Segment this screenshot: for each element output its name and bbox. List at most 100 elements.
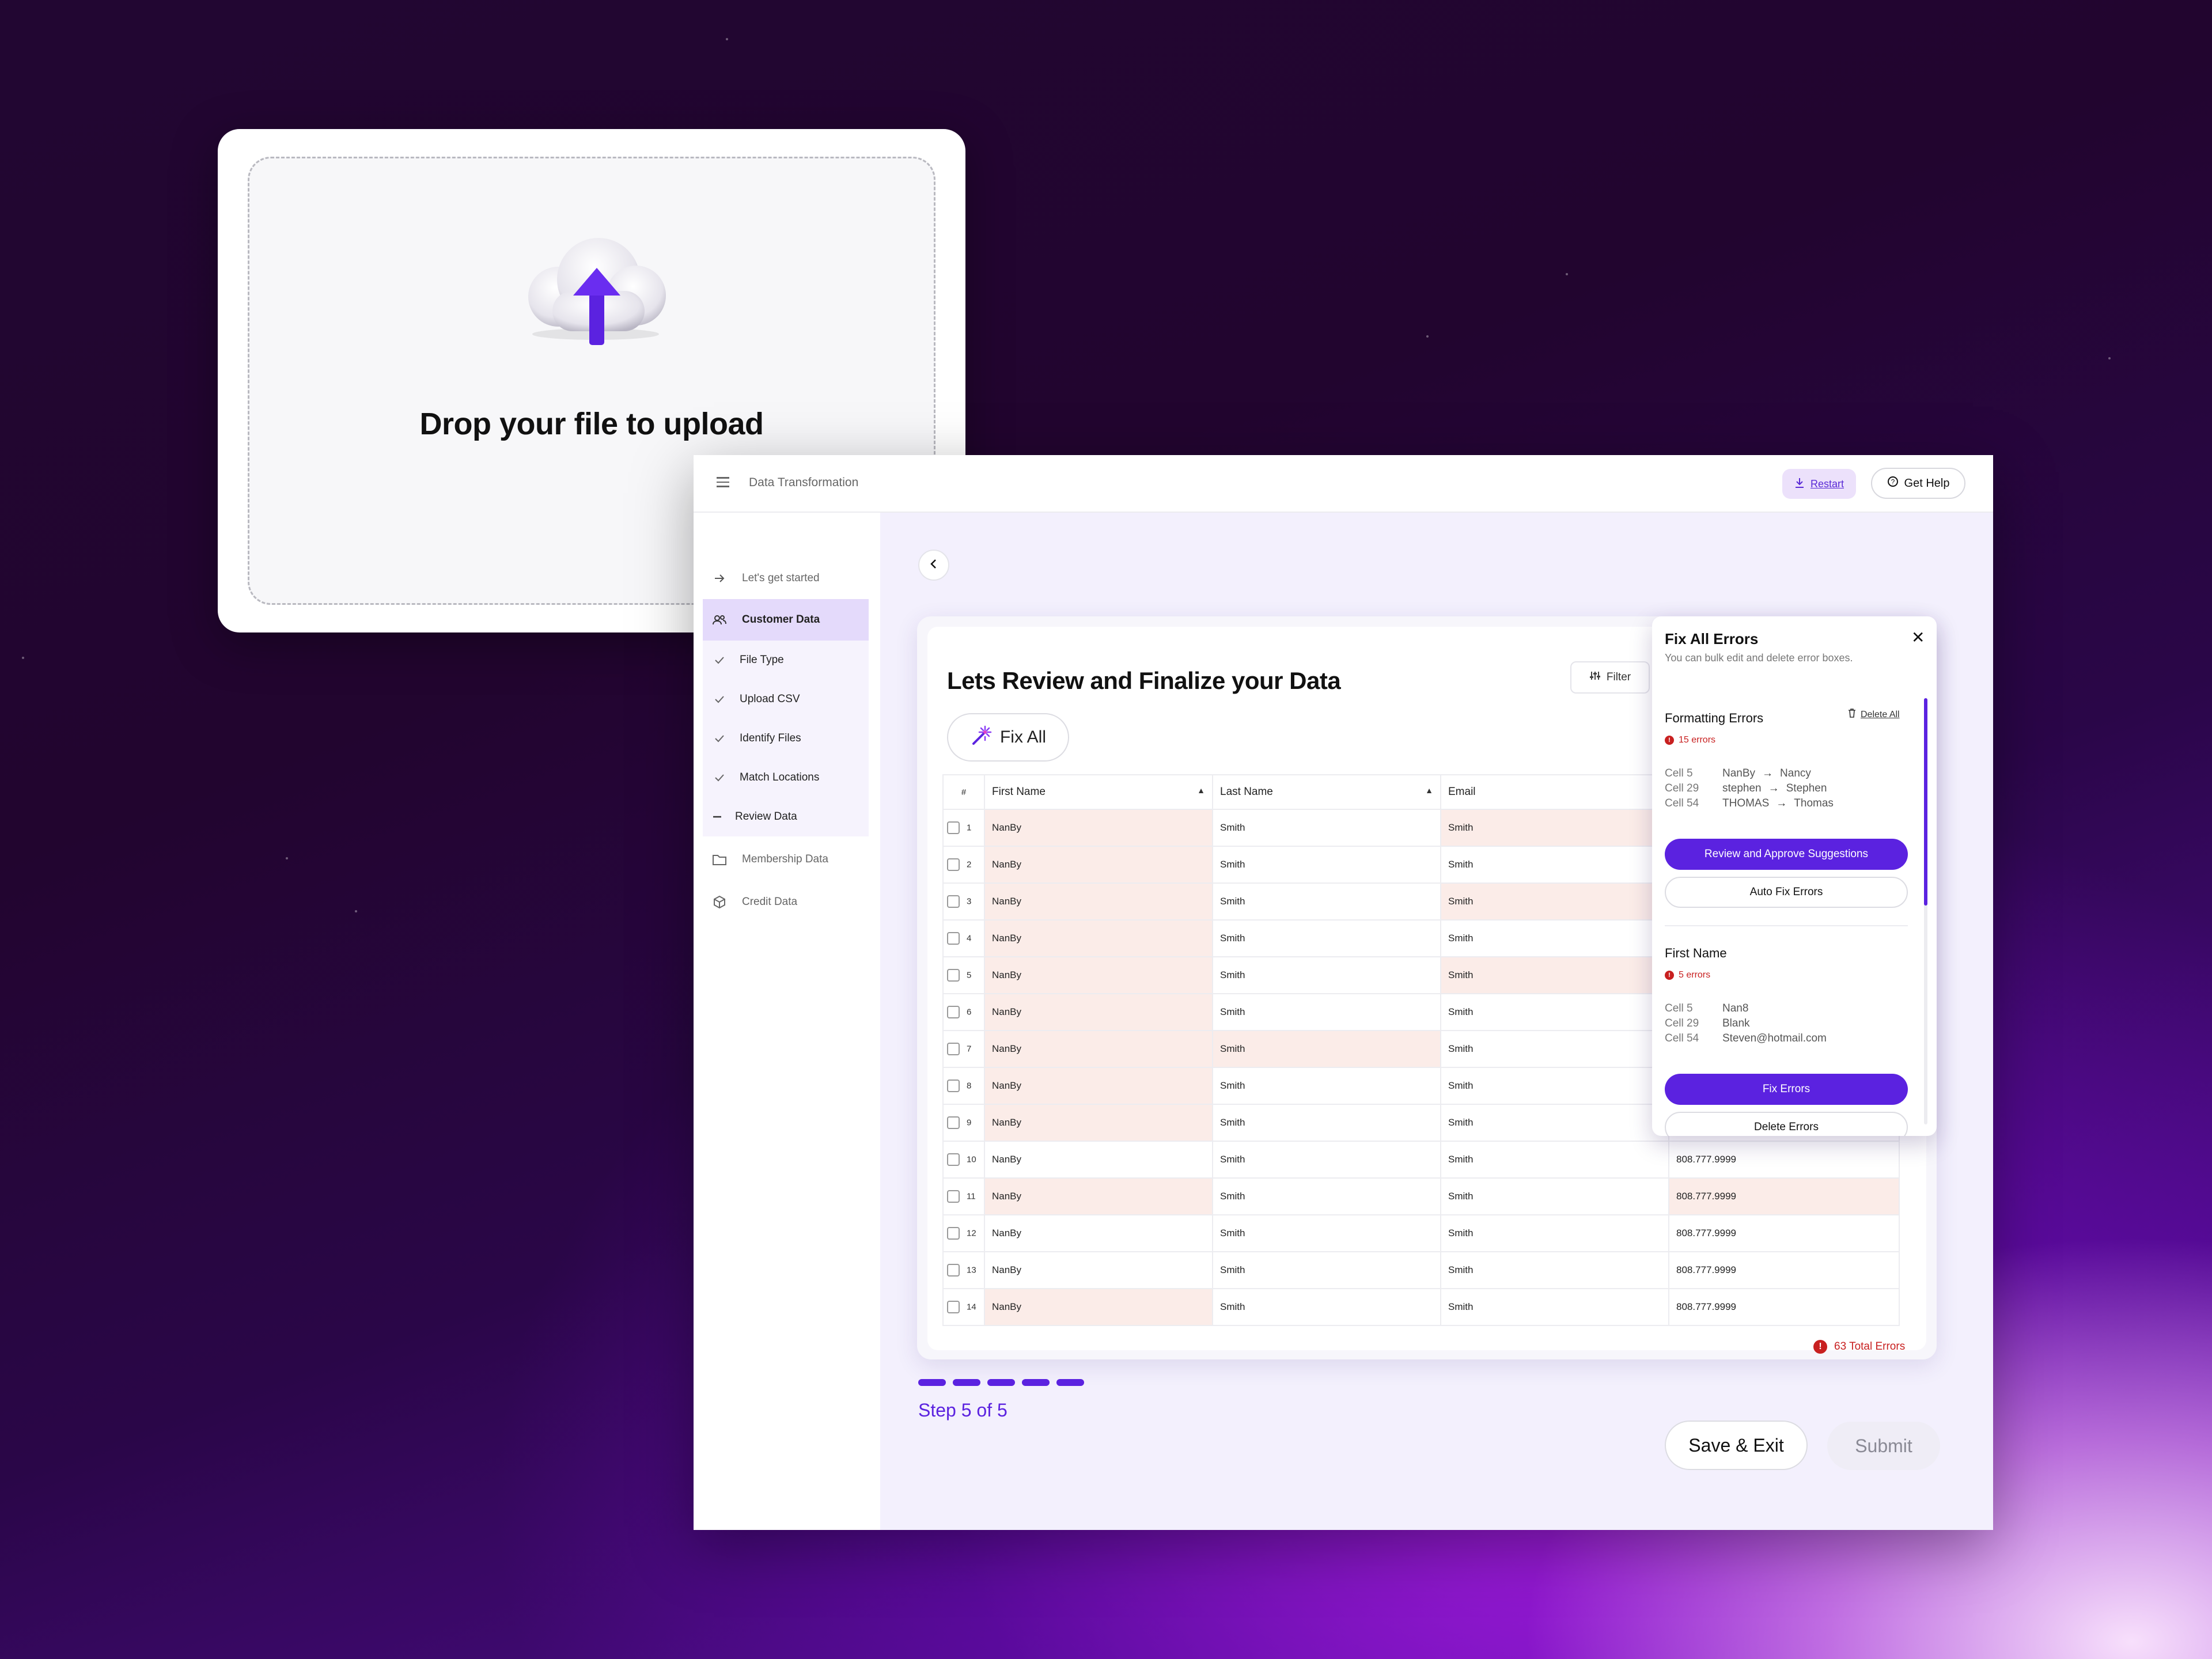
email-cell[interactable]: Smith — [1440, 1177, 1669, 1215]
last-name-cell[interactable]: Smith — [1212, 919, 1441, 957]
first-name-cell[interactable]: NanBy — [984, 1288, 1213, 1326]
first-name-cell[interactable]: NanBy — [984, 846, 1213, 884]
row-index-cell[interactable]: 9 — [942, 1104, 985, 1142]
row-checkbox[interactable] — [947, 1043, 960, 1055]
submit-button[interactable]: Submit — [1827, 1422, 1940, 1470]
first-name-cell[interactable]: NanBy — [984, 956, 1213, 994]
sidebar-item-lets-get-started[interactable]: Let's get started — [703, 558, 869, 599]
email-cell[interactable]: Smith — [1440, 846, 1669, 884]
first-name-cell[interactable]: NanBy — [984, 1030, 1213, 1068]
email-cell[interactable]: Smith — [1440, 1251, 1669, 1289]
row-index-cell[interactable]: 12 — [942, 1214, 985, 1252]
sidebar-item-membership-data[interactable]: Membership Data — [703, 839, 869, 880]
email-cell[interactable]: Smith — [1440, 809, 1669, 847]
save-exit-button[interactable]: Save & Exit — [1665, 1421, 1808, 1470]
row-index-cell[interactable]: 11 — [942, 1177, 985, 1215]
delete-all-link[interactable]: Delete All — [1848, 709, 1900, 721]
email-cell[interactable]: Smith — [1440, 1104, 1669, 1142]
row-index-cell[interactable]: 10 — [942, 1141, 985, 1179]
table-row[interactable]: 11 NanBy Smith Smith 808.777.9999 — [942, 1177, 1900, 1215]
row-index-cell[interactable]: 5 — [942, 956, 985, 994]
row-index-cell[interactable]: 14 — [942, 1288, 985, 1326]
phone-cell[interactable]: 808.777.9999 — [1668, 1251, 1900, 1289]
scrollbar-thumb[interactable] — [1924, 698, 1927, 906]
sidebar-item-match-locations[interactable]: Match Locations — [703, 758, 869, 797]
row-checkbox[interactable] — [947, 858, 960, 871]
fix-all-button[interactable]: Fix All — [947, 713, 1069, 762]
last-name-cell[interactable]: Smith — [1212, 1251, 1441, 1289]
phone-cell[interactable]: 808.777.9999 — [1668, 1288, 1900, 1326]
first-name-cell[interactable]: NanBy — [984, 882, 1213, 921]
sidebar-item-upload-csv[interactable]: Upload CSV — [703, 680, 869, 719]
last-name-cell[interactable]: Smith — [1212, 956, 1441, 994]
close-icon[interactable]: ✕ — [1911, 628, 1925, 647]
row-checkbox[interactable] — [947, 1116, 960, 1129]
email-cell[interactable]: Smith — [1440, 956, 1669, 994]
row-checkbox[interactable] — [947, 932, 960, 945]
last-name-cell[interactable]: Smith — [1212, 1141, 1441, 1179]
row-checkbox[interactable] — [947, 1227, 960, 1240]
email-cell[interactable]: Smith — [1440, 1067, 1669, 1105]
last-name-cell[interactable]: Smith — [1212, 1214, 1441, 1252]
row-checkbox[interactable] — [947, 1006, 960, 1018]
last-name-cell[interactable]: Smith — [1212, 1104, 1441, 1142]
first-name-cell[interactable]: NanBy — [984, 1104, 1213, 1142]
first-name-cell[interactable]: NanBy — [984, 1141, 1213, 1179]
column-header-last-name[interactable]: Last Name ▲ — [1212, 774, 1441, 810]
filter-button[interactable]: Filter — [1570, 661, 1650, 694]
email-cell[interactable]: Smith — [1440, 1288, 1669, 1326]
phone-cell[interactable]: 808.777.9999 — [1668, 1141, 1900, 1179]
sidebar-item-credit-data[interactable]: Credit Data — [703, 881, 869, 923]
sidebar-item-review-data[interactable]: Review Data — [703, 797, 869, 836]
phone-cell[interactable]: 808.777.9999 — [1668, 1177, 1900, 1215]
row-index-cell[interactable]: 4 — [942, 919, 985, 957]
row-index-cell[interactable]: 8 — [942, 1067, 985, 1105]
first-name-cell[interactable]: NanBy — [984, 809, 1213, 847]
table-row[interactable]: 12 NanBy Smith Smith 808.777.9999 — [942, 1214, 1900, 1252]
get-help-button[interactable]: ? Get Help — [1871, 468, 1965, 499]
last-name-cell[interactable]: Smith — [1212, 1177, 1441, 1215]
menu-icon[interactable] — [717, 477, 729, 487]
delete-errors-button[interactable]: Delete Errors — [1665, 1112, 1908, 1136]
review-approve-button[interactable]: Review and Approve Suggestions — [1665, 839, 1908, 870]
auto-fix-errors-button[interactable]: Auto Fix Errors — [1665, 877, 1908, 908]
last-name-cell[interactable]: Smith — [1212, 1067, 1441, 1105]
first-name-cell[interactable]: NanBy — [984, 919, 1213, 957]
row-checkbox[interactable] — [947, 821, 960, 834]
row-index-cell[interactable]: 1 — [942, 809, 985, 847]
email-cell[interactable]: Smith — [1440, 919, 1669, 957]
column-header-email[interactable]: Email — [1440, 774, 1669, 810]
row-checkbox[interactable] — [947, 1301, 960, 1313]
restart-button[interactable]: Restart — [1782, 469, 1856, 499]
sort-icon[interactable]: ▲ — [1425, 786, 1433, 795]
row-checkbox[interactable] — [947, 969, 960, 982]
phone-cell[interactable]: 808.777.9999 — [1668, 1214, 1900, 1252]
email-cell[interactable]: Smith — [1440, 1030, 1669, 1068]
first-name-cell[interactable]: NanBy — [984, 1067, 1213, 1105]
row-index-cell[interactable]: 6 — [942, 993, 985, 1031]
row-checkbox[interactable] — [947, 895, 960, 908]
sidebar-item-file-type[interactable]: File Type — [703, 641, 869, 680]
row-index-cell[interactable]: 3 — [942, 882, 985, 921]
row-index-cell[interactable]: 2 — [942, 846, 985, 884]
row-index-cell[interactable]: 13 — [942, 1251, 985, 1289]
last-name-cell[interactable]: Smith — [1212, 993, 1441, 1031]
table-row[interactable]: 14 NanBy Smith Smith 808.777.9999 — [942, 1288, 1900, 1326]
table-row[interactable]: 13 NanBy Smith Smith 808.777.9999 — [942, 1251, 1900, 1289]
sort-icon[interactable]: ▲ — [1197, 786, 1205, 795]
row-checkbox[interactable] — [947, 1080, 960, 1092]
last-name-cell[interactable]: Smith — [1212, 1288, 1441, 1326]
sidebar-item-identify-files[interactable]: Identify Files — [703, 719, 869, 758]
fix-errors-button[interactable]: Fix Errors — [1665, 1074, 1908, 1105]
row-checkbox[interactable] — [947, 1264, 960, 1277]
row-checkbox[interactable] — [947, 1153, 960, 1166]
first-name-cell[interactable]: NanBy — [984, 1177, 1213, 1215]
last-name-cell[interactable]: Smith — [1212, 882, 1441, 921]
column-header-first-name[interactable]: First Name ▲ — [984, 774, 1213, 810]
first-name-cell[interactable]: NanBy — [984, 1251, 1213, 1289]
email-cell[interactable]: Smith — [1440, 882, 1669, 921]
first-name-cell[interactable]: NanBy — [984, 1214, 1213, 1252]
row-index-cell[interactable]: 7 — [942, 1030, 985, 1068]
row-checkbox[interactable] — [947, 1190, 960, 1203]
last-name-cell[interactable]: Smith — [1212, 1030, 1441, 1068]
